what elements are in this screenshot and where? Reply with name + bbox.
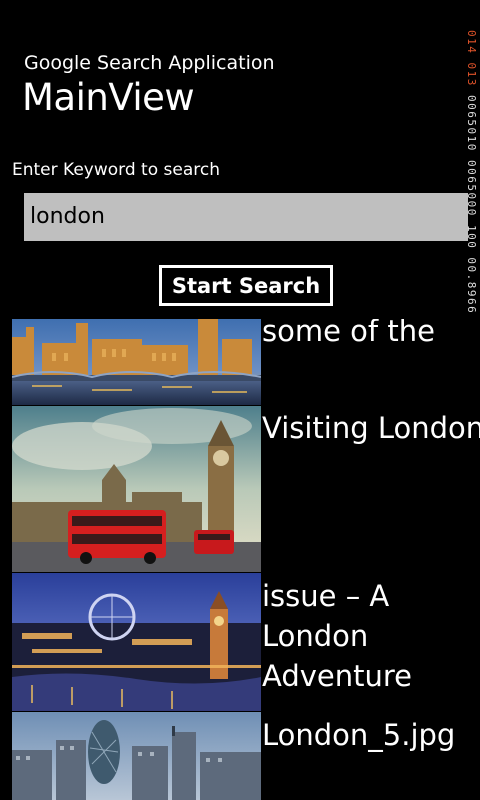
list-item[interactable]: London_5.jpg <box>0 712 480 800</box>
result-caption: Visiting London <box>262 411 480 445</box>
result-caption: some of the <box>262 319 435 348</box>
result-image[interactable] <box>12 573 261 711</box>
results-list[interactable]: some of the Visiting London issue – A Lo… <box>0 319 480 800</box>
page-title: MainView <box>22 76 195 119</box>
counter-text: 0065010 0065000 100 00.8966 <box>465 94 478 315</box>
counter-highlight: 014 013 <box>465 30 478 87</box>
result-caption: issue – A London Adventure <box>262 579 412 693</box>
result-image[interactable] <box>12 406 261 572</box>
list-item[interactable]: issue – A London Adventure <box>0 573 480 711</box>
search-input[interactable] <box>24 193 468 241</box>
result-caption: London_5.jpg <box>262 718 456 752</box>
keyword-label: Enter Keyword to search <box>12 160 220 180</box>
list-item[interactable]: some of the <box>0 319 480 405</box>
result-image[interactable] <box>12 319 261 405</box>
app-title: Google Search Application <box>24 52 275 74</box>
start-search-button[interactable]: Start Search <box>159 265 333 306</box>
result-image[interactable] <box>12 712 261 800</box>
list-item[interactable]: Visiting London <box>0 406 480 572</box>
